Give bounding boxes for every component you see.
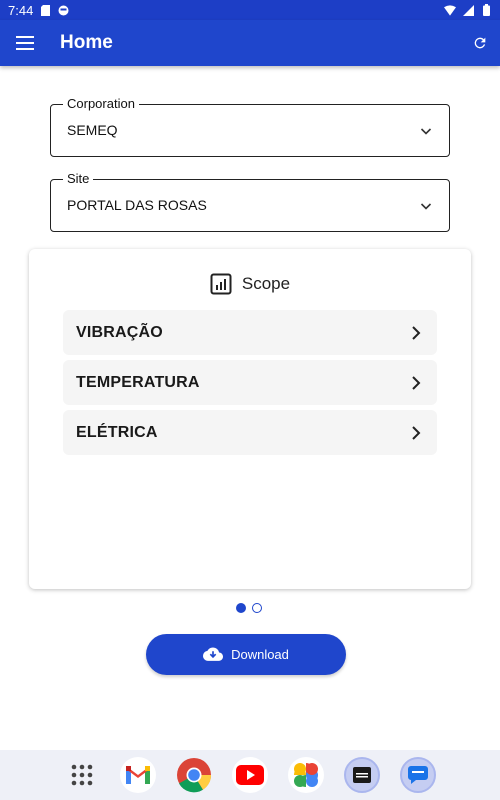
page-dot-1[interactable] <box>236 603 246 613</box>
semeq-app-icon[interactable] <box>344 757 380 793</box>
refresh-icon <box>474 37 486 49</box>
site-value: PORTAL DAS ROSAS <box>67 197 207 213</box>
status-left: 7:44 <box>8 3 69 18</box>
chevron-right-icon <box>412 375 421 390</box>
chevron-right-icon <box>412 325 421 340</box>
photos-icon[interactable] <box>288 757 324 793</box>
page-dot-2[interactable] <box>252 603 262 613</box>
youtube-icon[interactable] <box>232 757 268 793</box>
status-time: 7:44 <box>8 2 34 18</box>
app-notification-icon <box>57 4 69 16</box>
scope-item-temperatura[interactable]: TEMPERATURA <box>63 360 437 405</box>
app-bar: Home <box>0 20 500 66</box>
chevron-down-icon <box>420 203 432 210</box>
menu-button[interactable] <box>2 20 48 66</box>
scope-item-label: TEMPERATURA <box>76 373 200 391</box>
corporation-select[interactable]: Corporation SEMEQ <box>50 96 450 157</box>
hamburger-menu-icon <box>16 36 34 50</box>
bar-chart-icon <box>210 273 232 295</box>
scope-item-vibracao[interactable]: VIBRAÇÃO <box>63 310 437 355</box>
status-bar: 7:44 <box>0 0 500 20</box>
scope-card: Scope VIBRAÇÃO TEMPERATURA ELÉTRICA <box>29 249 471 589</box>
refresh-button[interactable] <box>460 20 500 66</box>
scope-header: Scope <box>29 273 471 295</box>
sim-card-icon <box>39 4 51 16</box>
corporation-value: SEMEQ <box>67 122 118 138</box>
corporation-label: Corporation <box>63 96 139 111</box>
scope-item-label: ELÉTRICA <box>76 423 158 441</box>
page-indicator <box>236 603 262 613</box>
app-drawer-icon[interactable] <box>64 757 100 793</box>
chrome-icon[interactable] <box>176 757 212 793</box>
signal-icon <box>462 4 474 16</box>
status-right <box>444 4 492 16</box>
chevron-right-icon <box>412 425 421 440</box>
download-label: Download <box>231 647 289 662</box>
battery-icon <box>480 4 492 16</box>
page-title: Home <box>60 32 113 53</box>
cloud-download-icon <box>203 647 224 661</box>
scope-item-label: VIBRAÇÃO <box>76 323 163 341</box>
scope-item-eletrica[interactable]: ELÉTRICA <box>63 410 437 455</box>
wifi-icon <box>444 4 456 16</box>
site-label: Site <box>63 171 94 186</box>
site-select[interactable]: Site PORTAL DAS ROSAS <box>50 171 450 232</box>
scope-title: Scope <box>241 274 291 293</box>
gmail-icon[interactable] <box>120 757 156 793</box>
download-button[interactable]: Download <box>146 634 346 675</box>
chevron-down-icon <box>420 128 432 135</box>
app-dock <box>0 750 500 800</box>
messages-icon[interactable] <box>400 757 436 793</box>
